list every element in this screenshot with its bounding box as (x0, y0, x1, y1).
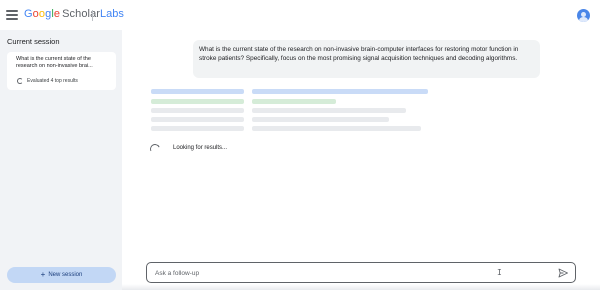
session-status-text: Evaluated 4 top results (27, 78, 78, 84)
skeleton-line (151, 126, 244, 131)
new-session-button[interactable]: + New session (7, 267, 116, 283)
skeleton-line (151, 117, 244, 122)
skeleton-line (252, 117, 389, 122)
skeleton-line (151, 89, 244, 94)
top-bar: Google Scholar Labs (0, 0, 600, 30)
skeleton-line (252, 89, 428, 94)
skeleton-line (151, 99, 244, 104)
loading-status-text: Looking for results... (173, 145, 228, 151)
progress-spinner-icon (17, 78, 23, 84)
skeleton-line (252, 108, 406, 113)
labs-label: Labs (100, 8, 124, 20)
account-avatar-icon[interactable] (577, 9, 590, 22)
text-cursor-icon: I (497, 268, 502, 277)
skeleton-line (151, 108, 244, 113)
sidebar-title: Current session (7, 37, 60, 46)
session-item[interactable]: What is the current state of the researc… (7, 52, 116, 90)
send-icon (558, 268, 568, 278)
skeleton-line (252, 126, 421, 131)
session-status: Evaluated 4 top results (17, 78, 78, 84)
send-button[interactable] (557, 267, 569, 279)
google-scholar-logo[interactable]: Google Scholar (24, 8, 100, 20)
followup-input[interactable] (155, 267, 495, 279)
session-item-text: What is the current state of the researc… (16, 56, 93, 69)
new-session-label: New session (48, 272, 83, 278)
sidebar: Current session What is the current stat… (0, 30, 122, 290)
bottom-shadow (122, 284, 600, 290)
followup-box: I (146, 262, 576, 283)
loading-spinner-icon (148, 142, 162, 156)
header-divider (92, 10, 93, 21)
user-query-bubble: What is the current state of the researc… (193, 40, 540, 78)
skeleton-line (252, 99, 336, 104)
plus-icon: + (40, 270, 46, 279)
hamburger-menu-icon[interactable] (6, 10, 18, 20)
